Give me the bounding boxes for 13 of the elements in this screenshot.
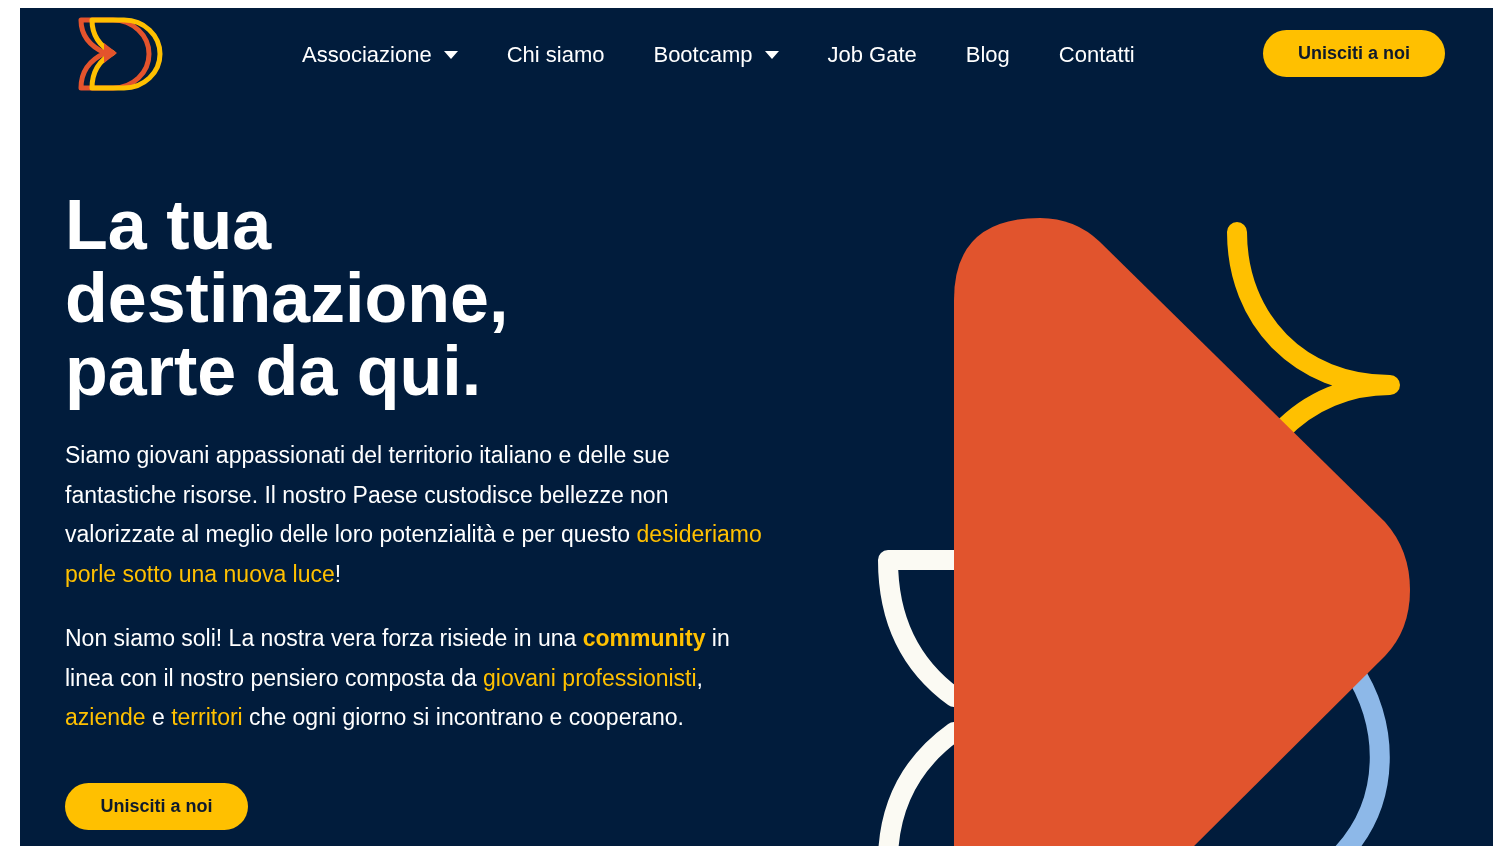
caret-icon	[764, 51, 779, 59]
hero-heading: La tua destinazione, parte da qui.	[65, 189, 510, 408]
nav-link[interactable]: Chi siamo	[506, 42, 605, 68]
nav-link[interactable]: Associazione	[302, 42, 458, 68]
nav-link[interactable]: Contatti	[1058, 42, 1135, 68]
intro-paragraph: Non siamo soli! La nostra vera forza risiede in una community in linea con il nostro pensiero composta da giovani professionisti, aziende e territori che ogni giorno si incontrano e cooperano.	[65, 624, 731, 732]
nav-link[interactable]: Job Gate	[827, 42, 917, 68]
join-button[interactable]: Unisciti a noi	[1263, 30, 1445, 77]
join-button[interactable]: Unisciti a noi	[65, 782, 248, 830]
nav-link[interactable]: Bootcamp	[653, 42, 779, 68]
intro-paragraph: Siamo giovani appassionati del territorio italiano e delle sue fantastiche risorse. Il nostro Paese custodisce bellezze non valorizzate al meglio delle loro potenzialità e per questo desideriamo porle sotto una nuova luce!	[65, 441, 763, 589]
nav-link[interactable]: Blog	[965, 42, 1010, 68]
caret-icon	[443, 51, 458, 59]
